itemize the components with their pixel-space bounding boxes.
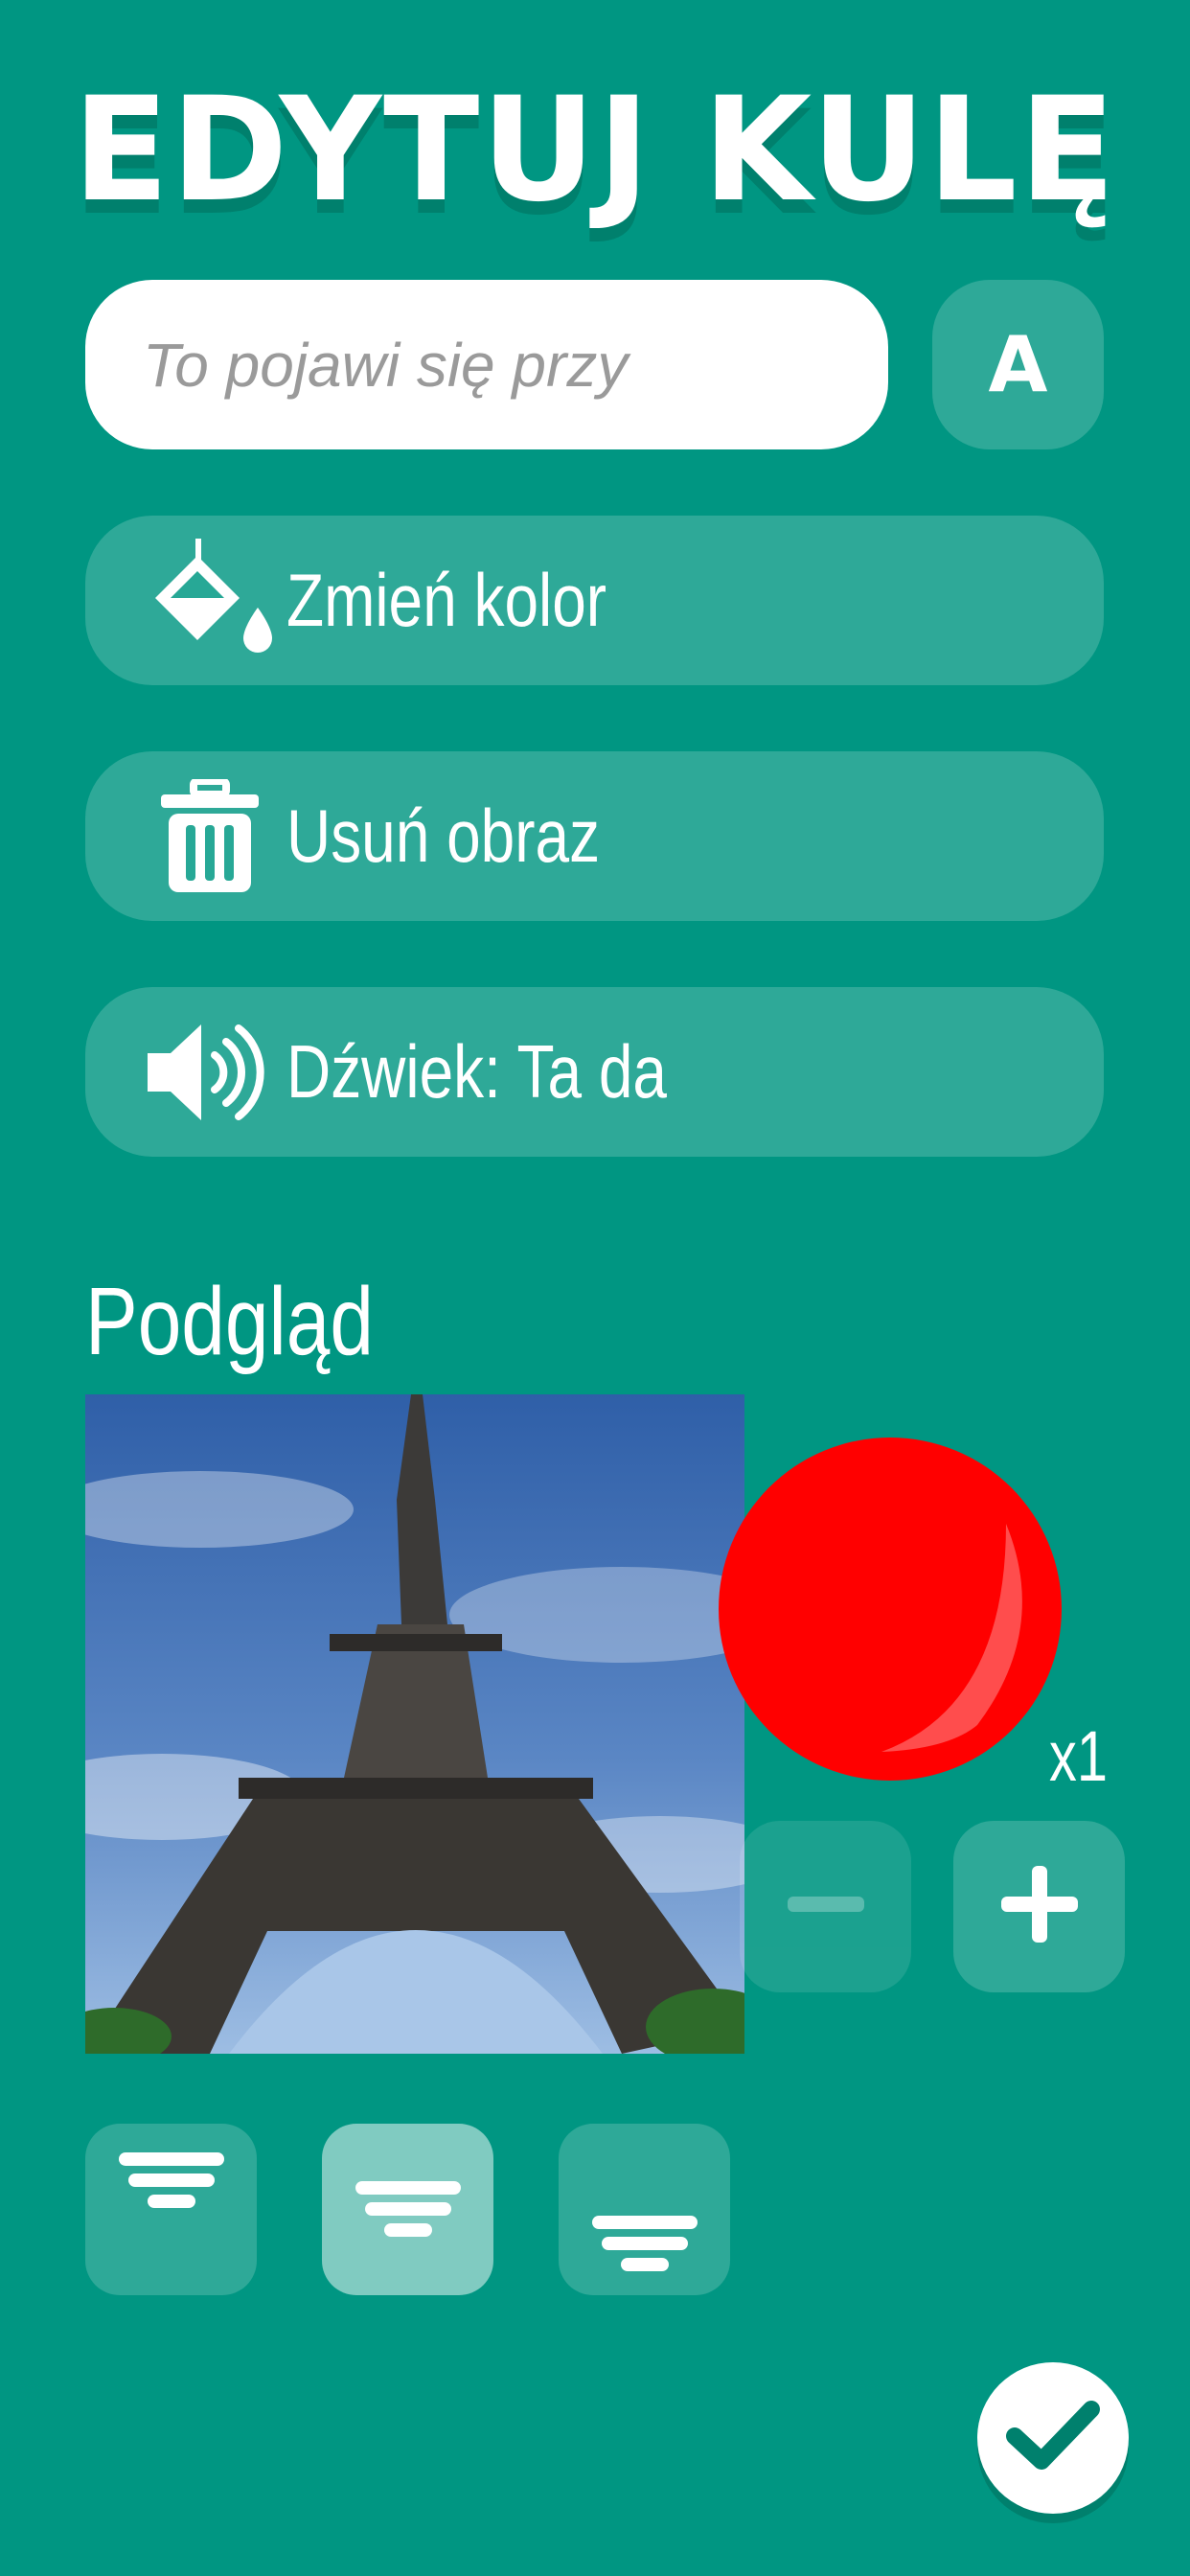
sound-button[interactable]: Dźwiek: Ta da [85, 987, 1104, 1157]
page-title: EDYTUJ KULĘ [72, 67, 1118, 234]
checkmark-icon [1005, 2398, 1101, 2479]
change-color-button[interactable]: Zmień kolor [85, 516, 1104, 685]
preview-heading: Podgląd [85, 1268, 374, 1375]
font-button[interactable]: A [932, 280, 1104, 449]
remove-image-button[interactable]: Usuń obraz [85, 751, 1104, 921]
label-text-input[interactable] [141, 328, 888, 402]
align-bottom-button[interactable] [559, 2124, 730, 2295]
ball-count: x1 [1049, 1716, 1108, 1796]
trash-icon [143, 770, 277, 904]
paint-bucket-icon [143, 534, 277, 668]
decrease-button[interactable] [740, 1821, 911, 1992]
sound-label: Dźwiek: Ta da [286, 1029, 667, 1114]
minus-icon [787, 1866, 864, 1947]
speaker-icon [143, 1005, 277, 1139]
remove-image-label: Usuń obraz [286, 794, 601, 878]
preview-ball [719, 1438, 1062, 1781]
plus-icon [1000, 1866, 1078, 1947]
label-text-field[interactable] [85, 280, 888, 449]
confirm-button[interactable] [977, 2362, 1129, 2514]
align-top-button[interactable] [85, 2124, 257, 2295]
preview-image [85, 1394, 744, 2054]
font-button-label: A [988, 320, 1048, 409]
change-color-label: Zmień kolor [286, 558, 607, 642]
align-center-button[interactable] [322, 2124, 493, 2295]
increase-button[interactable] [953, 1821, 1125, 1992]
